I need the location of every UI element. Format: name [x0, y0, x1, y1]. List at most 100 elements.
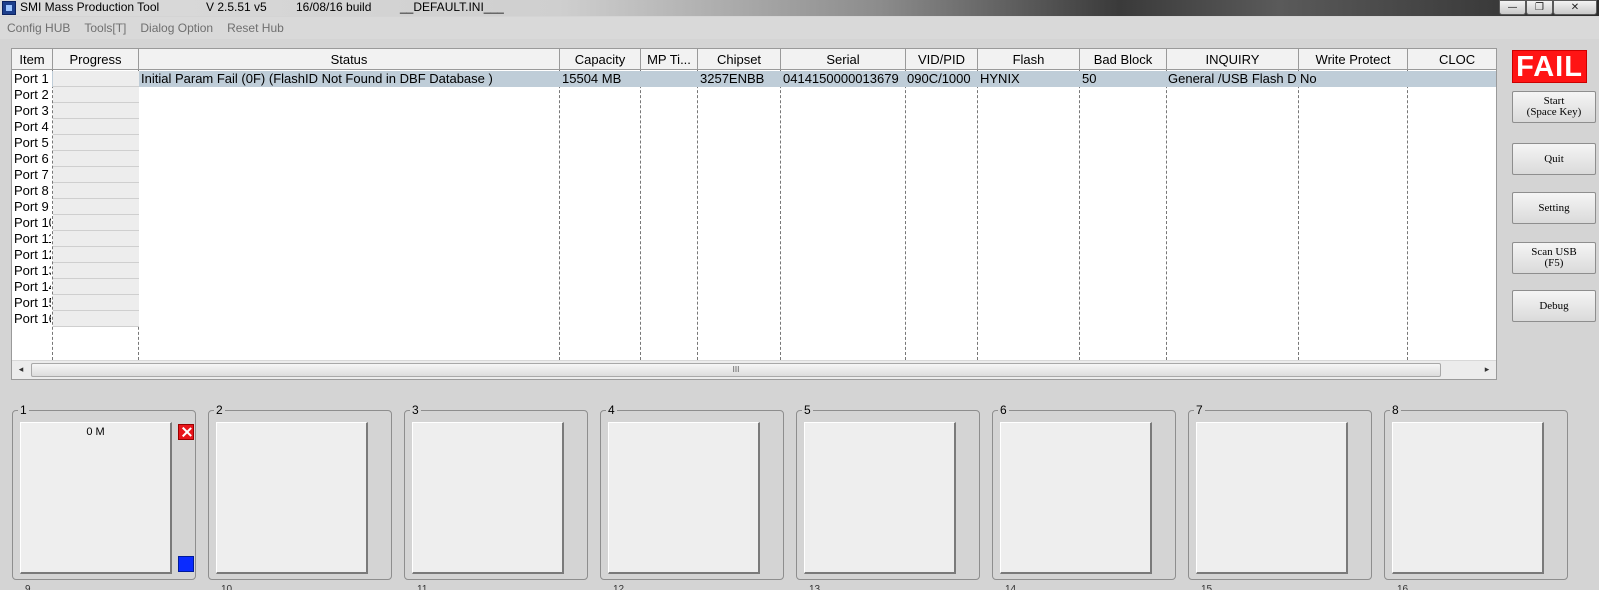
col-vidpid[interactable]: VID/PID: [906, 49, 978, 70]
panel-capacity: 0 M: [86, 426, 105, 438]
port-panel-3: 3: [404, 404, 588, 580]
port-display[interactable]: [216, 422, 368, 574]
col-serial[interactable]: Serial: [781, 49, 906, 70]
col-mp-time[interactable]: MP Ti...: [641, 49, 698, 70]
port-label[interactable]: Port 1: [14, 71, 51, 87]
port-display[interactable]: [1196, 422, 1348, 574]
col-clock[interactable]: CLOC: [1408, 49, 1496, 70]
progress-cell: [53, 87, 139, 103]
col-divider: [559, 70, 560, 360]
start-button[interactable]: Start (Space Key): [1512, 91, 1596, 123]
port-status-grid[interactable]: Item Progress Status Capacity MP Ti... C…: [11, 48, 1497, 380]
progress-cell: [53, 247, 139, 263]
port-label[interactable]: Port 14: [14, 279, 51, 295]
port-label[interactable]: Port 6: [14, 151, 51, 167]
col-item[interactable]: Item: [12, 49, 53, 70]
col-progress[interactable]: Progress: [53, 49, 139, 70]
port-display[interactable]: [1392, 422, 1544, 574]
row1-flash: HYNIX: [980, 71, 1020, 86]
port-label[interactable]: Port 15: [14, 295, 51, 311]
panel-number: 16: [1397, 584, 1409, 590]
panel-number: 7: [1194, 403, 1205, 417]
port-label[interactable]: Port 5: [14, 135, 51, 151]
port-display[interactable]: [608, 422, 760, 574]
port-display[interactable]: [412, 422, 564, 574]
progress-cell: [53, 295, 139, 311]
progress-cell: [53, 215, 139, 231]
progress-cell: [53, 263, 139, 279]
port-label[interactable]: Port 12: [14, 247, 51, 263]
port-panel-2: 2: [208, 404, 392, 580]
quit-label: Quit: [1544, 152, 1564, 165]
menu-reset-hub[interactable]: Reset Hub: [220, 21, 291, 35]
progress-cell: [53, 167, 139, 183]
port-label[interactable]: Port 3: [14, 103, 51, 119]
progress-cell: [53, 199, 139, 215]
row1-serial: 0414150000013679: [783, 71, 899, 86]
minimize-button[interactable]: —: [1499, 0, 1526, 15]
menu-bar: Config HUB Tools[T] Dialog Option Reset …: [0, 17, 1599, 39]
scan-usb-key-hint: (F5): [1544, 257, 1564, 269]
col-write-protect[interactable]: Write Protect: [1299, 49, 1408, 70]
debug-button[interactable]: Debug: [1512, 290, 1596, 322]
port-panel-8: 8: [1384, 404, 1568, 580]
app-icon: [2, 1, 16, 15]
port-label[interactable]: Port 7: [14, 167, 51, 183]
scroll-left-icon[interactable]: ◂: [12, 361, 30, 379]
row1-chipset: 3257ENBB: [700, 71, 765, 86]
col-flash[interactable]: Flash: [978, 49, 1080, 70]
start-key-hint: (Space Key): [1526, 106, 1582, 118]
scan-usb-button[interactable]: Scan USB (F5): [1512, 242, 1596, 274]
window-ini: __DEFAULT.INI___: [400, 0, 504, 14]
menu-config-hub[interactable]: Config HUB: [0, 21, 77, 35]
port-label[interactable]: Port 13: [14, 263, 51, 279]
port-label[interactable]: Port 10: [14, 215, 51, 231]
panel-number: 2: [214, 403, 225, 417]
panel-number: 5: [802, 403, 813, 417]
port-display[interactable]: [1000, 422, 1152, 574]
port-label[interactable]: Port 9: [14, 199, 51, 215]
progress-cell: [53, 183, 139, 199]
close-button[interactable]: ✕: [1553, 0, 1597, 15]
col-chipset[interactable]: Chipset: [698, 49, 781, 70]
scroll-grip-icon: III: [732, 365, 740, 374]
setting-button[interactable]: Setting: [1512, 192, 1596, 224]
panel-number: 1: [18, 403, 29, 417]
port-label[interactable]: Port 4: [14, 119, 51, 135]
progress-cell: [53, 119, 139, 135]
port-label[interactable]: Port 16: [14, 311, 51, 327]
minimize-icon: —: [1507, 2, 1518, 13]
port-panel-1: 1 0 M: [12, 404, 196, 580]
panel-number: 8: [1390, 403, 1401, 417]
col-divider: [1298, 70, 1299, 360]
panel-number: 11: [417, 584, 428, 590]
port-display[interactable]: 0 M: [20, 422, 172, 574]
port-label[interactable]: Port 8: [14, 183, 51, 199]
panel-number: 13: [809, 584, 821, 590]
port-display[interactable]: [804, 422, 956, 574]
menu-dialog-option[interactable]: Dialog Option: [133, 21, 220, 35]
col-capacity[interactable]: Capacity: [560, 49, 641, 70]
port-label[interactable]: Port 2: [14, 87, 51, 103]
col-status[interactable]: Status: [139, 49, 560, 70]
title-bar: SMI Mass Production Tool V 2.5.51 v5 16/…: [0, 0, 1599, 16]
col-divider: [1079, 70, 1080, 360]
grid-header: Item Progress Status Capacity MP Ti... C…: [12, 49, 1496, 70]
window-build: 16/08/16 build: [296, 0, 372, 14]
status-square-icon: [178, 556, 194, 572]
progress-cell: [53, 311, 139, 327]
restore-button[interactable]: ❐: [1526, 0, 1553, 15]
panel-number: 15: [1201, 584, 1213, 590]
col-inquiry[interactable]: INQUIRY: [1167, 49, 1299, 70]
panel-number: 10: [221, 584, 233, 590]
quit-button[interactable]: Quit: [1512, 143, 1596, 175]
horizontal-scrollbar[interactable]: ◂ III ▸: [12, 360, 1496, 379]
panel-number: 6: [998, 403, 1009, 417]
col-bad-block[interactable]: Bad Block: [1080, 49, 1167, 70]
scroll-right-icon[interactable]: ▸: [1478, 361, 1496, 379]
port-label[interactable]: Port 11: [14, 231, 51, 247]
row1-vidpid: 090C/1000: [907, 71, 971, 86]
scroll-thumb[interactable]: III: [31, 363, 1441, 377]
row1-capacity: 15504 MB: [562, 71, 622, 86]
menu-tools[interactable]: Tools[T]: [77, 21, 133, 35]
